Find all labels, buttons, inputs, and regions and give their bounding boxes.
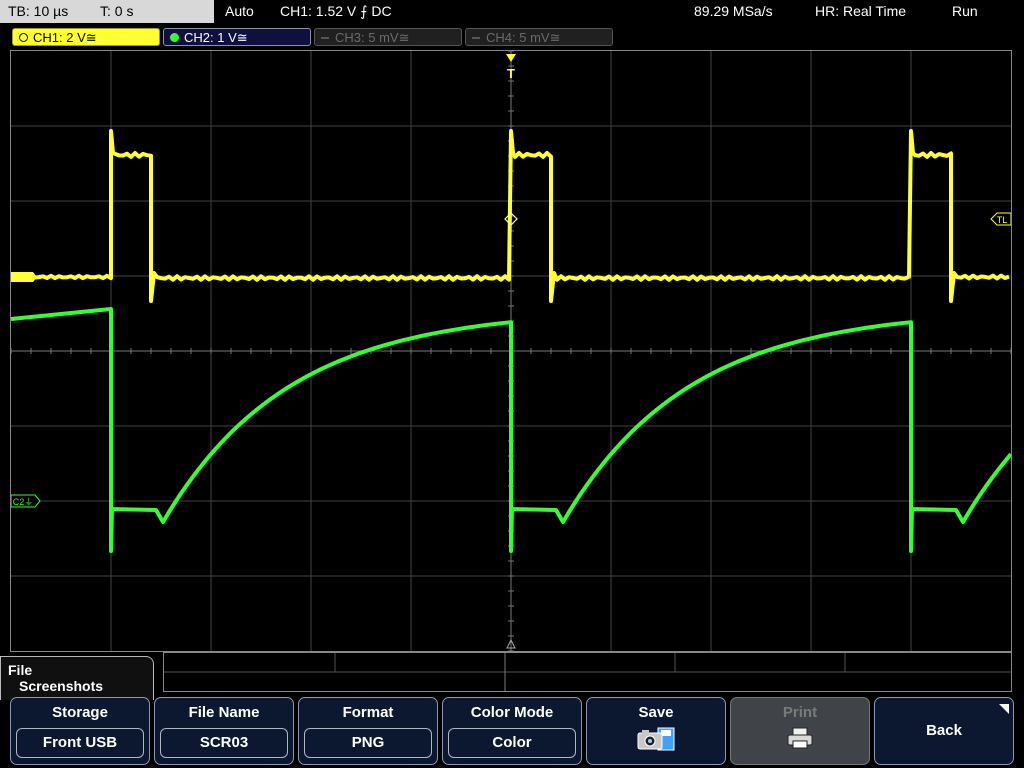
acquisition-mode: HR: Real Time bbox=[815, 3, 907, 19]
ch2-waveform bbox=[11, 307, 1011, 553]
info-strip bbox=[163, 652, 1012, 692]
format-title: Format bbox=[342, 704, 394, 721]
ch1-label: CH1: 2 V≅ bbox=[33, 30, 97, 45]
trigger-info[interactable]: CH1: 1.52 V ⨍ DC bbox=[280, 3, 392, 20]
status-bar: TB: 10 µs T: 0 s Auto CH1: 1.52 V ⨍ DC 8… bbox=[0, 0, 1024, 24]
storage-softkey[interactable]: Storage Front USB bbox=[10, 697, 150, 765]
ch2-label: CH2: 1 V≅ bbox=[184, 30, 248, 45]
format-value: PNG bbox=[304, 728, 432, 758]
info-strip-dividers bbox=[164, 653, 1011, 691]
ch2-ground-marker[interactable]: C2⏚ bbox=[11, 494, 41, 508]
print-title: Print bbox=[782, 704, 818, 721]
menu-subtitle: Screenshots bbox=[19, 678, 104, 694]
color-mode-value: Color bbox=[448, 728, 576, 758]
ch3-label: CH3: 5 mV≅ bbox=[335, 30, 410, 45]
ch4-indicator-icon bbox=[472, 37, 480, 39]
save-softkey[interactable]: Save bbox=[586, 697, 726, 765]
trigger-position-marker[interactable]: T bbox=[506, 54, 516, 81]
back-title: Back bbox=[926, 722, 962, 739]
printer-icon bbox=[785, 726, 815, 755]
ch1-ground-marker-icon[interactable] bbox=[11, 272, 37, 282]
timebase-value: TB: 10 µs bbox=[8, 3, 69, 19]
channel-tab-ch2[interactable]: CH2: 1 V≅ bbox=[163, 28, 311, 46]
waveform-display[interactable]: T TL C2⏚ bbox=[10, 50, 1012, 652]
trigger-mode[interactable]: Auto bbox=[225, 3, 254, 19]
channel-tab-ch4[interactable]: CH4: 5 mV≅ bbox=[465, 28, 613, 46]
camera-save-icon bbox=[636, 726, 676, 757]
ch1-indicator-icon bbox=[19, 33, 28, 42]
waveform-canvas: T TL C2⏚ bbox=[11, 51, 1011, 651]
back-softkey[interactable]: Back bbox=[874, 697, 1014, 765]
run-state[interactable]: Run bbox=[952, 3, 978, 19]
file-name-value: SCR03 bbox=[160, 728, 288, 758]
print-softkey[interactable]: Print bbox=[730, 697, 870, 765]
ch3-indicator-icon bbox=[321, 37, 329, 39]
ch4-label: CH4: 5 mV≅ bbox=[486, 30, 561, 45]
color-mode-title: Color Mode bbox=[470, 704, 554, 721]
file-name-title: File Name bbox=[188, 704, 260, 721]
channel-tab-ch1[interactable]: CH1: 2 V≅ bbox=[12, 28, 160, 46]
trigger-marker-label: T bbox=[507, 66, 515, 81]
menu-title: File bbox=[8, 662, 33, 678]
storage-value: Front USB bbox=[16, 728, 144, 758]
timebase-box[interactable]: TB: 10 µs T: 0 s bbox=[0, 0, 214, 23]
time-position-value: T: 0 s bbox=[100, 3, 134, 19]
file-name-softkey[interactable]: File Name SCR03 bbox=[154, 697, 294, 765]
corner-arrow-icon bbox=[999, 704, 1009, 714]
format-softkey[interactable]: Format PNG bbox=[298, 697, 438, 765]
sample-rate: 89.29 MSa/s bbox=[694, 3, 773, 19]
storage-title: Storage bbox=[52, 704, 108, 721]
save-title: Save bbox=[638, 704, 674, 721]
ch2-ground-label: C2⏚ bbox=[13, 497, 34, 507]
ch2-indicator-icon bbox=[170, 33, 179, 42]
menu-title-tab: File Screenshots bbox=[0, 656, 154, 700]
color-mode-softkey[interactable]: Color Mode Color bbox=[442, 697, 582, 765]
trigger-level-marker[interactable]: TL bbox=[990, 212, 1011, 226]
trigger-level-label: TL bbox=[997, 215, 1008, 225]
channel-tab-ch3[interactable]: CH3: 5 mV≅ bbox=[314, 28, 462, 46]
